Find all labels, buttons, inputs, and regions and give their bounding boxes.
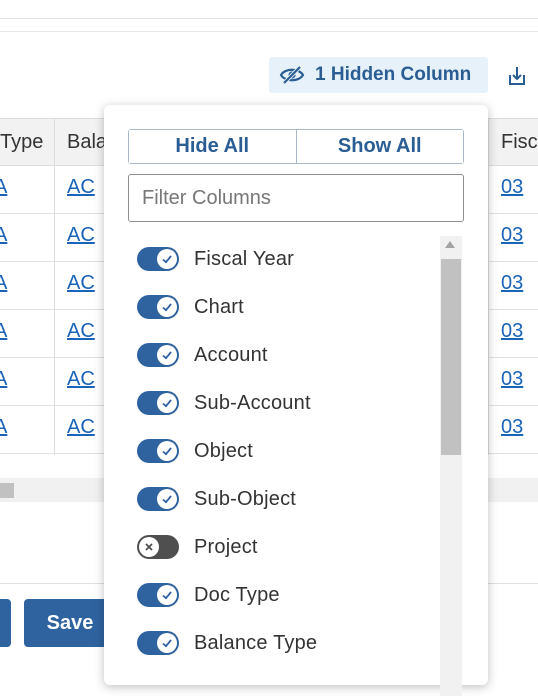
column-item-label: Balance Type [194,631,318,654]
check-icon [157,345,177,365]
column-item-label: Chart [194,295,244,318]
column-header-fiscal[interactable]: Fisc [501,119,538,166]
column-header-balance[interactable]: Bala [67,119,107,166]
save-button[interactable]: Save [24,599,116,647]
column-header-type[interactable]: Type [0,119,43,166]
column-item-sub-account[interactable]: Sub-Account [128,379,428,427]
cell-link[interactable]: AC [67,224,95,247]
toggle-switch[interactable] [137,583,179,607]
divider [0,31,538,32]
cell-link[interactable]: AC [67,272,95,295]
footer-button[interactable] [0,599,11,647]
show-all-button[interactable]: Show All [295,130,463,163]
cell-link[interactable]: A [0,368,7,391]
check-icon [157,633,177,653]
check-icon [157,441,177,461]
top-band [0,0,538,18]
column-visibility-popover: Hide All Show All Fiscal Year Chart Acco… [104,105,488,696]
cell-link[interactable]: 03 [501,320,523,343]
column-item-label: Doc Type [194,583,280,606]
column-item-label: Sub-Account [194,391,311,414]
cell-link[interactable]: 03 [501,176,523,199]
hide-all-button[interactable]: Hide All [129,130,296,163]
cell-link[interactable]: 03 [501,224,523,247]
check-icon [157,585,177,605]
hide-show-all-group: Hide All Show All [128,129,464,164]
column-item-sub-object[interactable]: Sub-Object [128,475,428,523]
column-item-fiscal-year[interactable]: Fiscal Year [128,235,428,283]
cell-link[interactable]: 03 [501,416,523,439]
toggle-switch[interactable] [137,487,179,511]
hidden-columns-label: 1 Hidden Column [315,64,472,85]
toggle-switch[interactable] [137,439,179,463]
column-item-object[interactable]: Object [128,427,428,475]
column-item-chart[interactable]: Chart [128,283,428,331]
toggle-switch[interactable] [137,535,179,559]
check-icon [157,393,177,413]
cell-link[interactable]: A [0,272,7,295]
cell-link[interactable]: AC [67,416,95,439]
cell-link[interactable]: A [0,176,7,199]
cell-link[interactable]: A [0,416,7,439]
filter-columns-input[interactable] [128,174,464,222]
check-icon [157,489,177,509]
eye-slash-icon [279,65,305,85]
cell-link[interactable]: 03 [501,272,523,295]
toggle-switch[interactable] [137,247,179,271]
column-item-label: Object [194,439,254,462]
cell-link[interactable]: AC [67,368,95,391]
cell-link[interactable]: AC [67,176,95,199]
download-icon[interactable] [505,64,529,88]
vertical-scroll-thumb[interactable] [441,259,461,455]
cell-link[interactable]: A [0,320,7,343]
hidden-columns-button[interactable]: 1 Hidden Column [269,57,488,93]
scroll-up-arrow-icon[interactable] [445,241,455,248]
column-item-label: Account [194,343,268,366]
toggle-switch[interactable] [137,391,179,415]
toggle-switch[interactable] [137,631,179,655]
column-item-account[interactable]: Account [128,331,428,379]
column-item-label: Project [194,535,258,558]
column-divider [488,118,489,455]
cell-link[interactable]: 03 [501,368,523,391]
column-item-balance-type[interactable]: Balance Type [128,619,428,667]
horizontal-scroll-thumb[interactable] [0,483,14,498]
cell-link[interactable]: A [0,224,7,247]
x-icon [139,537,159,557]
check-icon [157,297,177,317]
column-item-doc-type[interactable]: Doc Type [128,571,428,619]
column-item-label: Fiscal Year [194,247,295,270]
toggle-switch[interactable] [137,295,179,319]
divider [0,18,538,19]
column-divider [54,118,55,455]
cell-link[interactable]: AC [67,320,95,343]
column-item-project[interactable]: Project [128,523,428,571]
column-item-label: Sub-Object [194,487,297,510]
toggle-switch[interactable] [137,343,179,367]
check-icon [157,249,177,269]
